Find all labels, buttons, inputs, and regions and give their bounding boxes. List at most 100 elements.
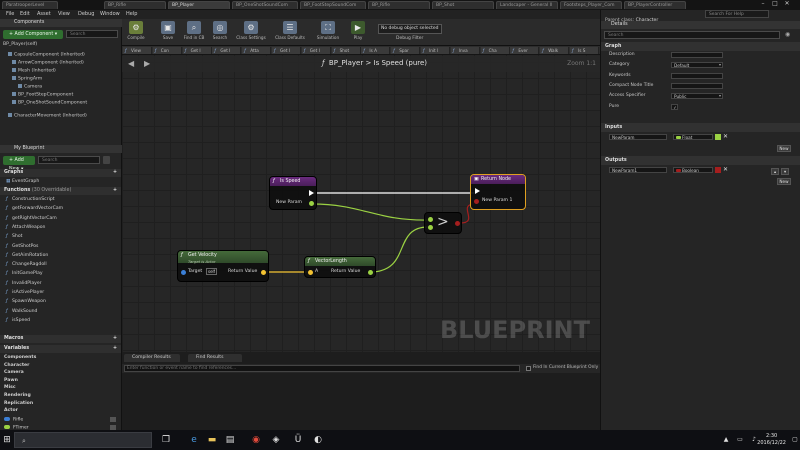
compile-button[interactable]: ⚙ Compile bbox=[122, 20, 150, 45]
component-item[interactable]: BP_OneShotSoundComponent bbox=[12, 100, 87, 106]
tab-find-results[interactable]: Find Results bbox=[188, 354, 242, 362]
function-item[interactable]: ƒ getForwardVectorCam bbox=[6, 206, 63, 211]
is-speed-node[interactable]: ƒ Is Speed New Param bbox=[269, 176, 317, 210]
debug-object-select[interactable]: No debug object selected bbox=[378, 24, 442, 34]
find-in-cb-button[interactable]: ⌕ Find in CB bbox=[180, 20, 208, 45]
component-item[interactable]: Mesh (Inherited) bbox=[12, 68, 56, 74]
class-settings-button[interactable]: ⚙ Class Settings bbox=[234, 20, 268, 45]
menu-edit[interactable]: Edit bbox=[20, 11, 30, 17]
array-icon[interactable] bbox=[715, 134, 721, 140]
window-tab[interactable]: Landscaper - General Il bbox=[496, 1, 558, 9]
move-down-icon[interactable]: ▾ bbox=[781, 168, 789, 175]
property-field[interactable] bbox=[671, 82, 723, 89]
function-item[interactable]: ƒ SpawnWeapon bbox=[6, 299, 46, 304]
move-up-icon[interactable]: ▴ bbox=[771, 168, 779, 175]
maximize-icon[interactable]: □ bbox=[770, 0, 780, 8]
float-pin[interactable] bbox=[309, 201, 314, 206]
object-pin[interactable] bbox=[181, 270, 186, 275]
variable-group[interactable]: Character bbox=[4, 363, 29, 368]
search-button[interactable]: ◎ Search bbox=[206, 20, 234, 45]
variable-group[interactable]: Rendering bbox=[4, 393, 31, 398]
input-param-name-field[interactable]: NewParam bbox=[609, 134, 667, 140]
graph-editor[interactable]: ViewConGet IGet IAttaGet IGet IShotIs AS… bbox=[122, 46, 600, 352]
unreal-engine-icon[interactable]: Ü bbox=[292, 434, 304, 446]
tab-compiler-results[interactable]: Compiler Results bbox=[124, 354, 180, 362]
component-item[interactable]: SpringArm bbox=[12, 76, 42, 82]
property-field[interactable]: Public bbox=[671, 93, 723, 100]
taskbar-search-input[interactable] bbox=[14, 432, 152, 448]
search-help-input[interactable]: Search For Help bbox=[705, 10, 769, 18]
variable-group[interactable]: Misc bbox=[4, 385, 16, 390]
pure-checkbox[interactable]: ✓ bbox=[671, 103, 678, 110]
window-tab[interactable]: BP_Rifle bbox=[104, 1, 166, 9]
notifications-icon[interactable]: ▢ bbox=[790, 434, 800, 446]
add-macro-icon[interactable]: + bbox=[113, 335, 117, 343]
exec-in-pin[interactable] bbox=[475, 188, 480, 194]
property-field[interactable]: Default bbox=[671, 62, 723, 69]
menu-view[interactable]: View bbox=[58, 11, 70, 17]
variable-group[interactable]: Components bbox=[4, 355, 36, 360]
component-item[interactable]: Camera bbox=[18, 84, 42, 90]
eye-icon[interactable]: ◉ bbox=[785, 31, 795, 39]
add-graph-icon[interactable]: + bbox=[113, 169, 117, 177]
file-explorer-icon[interactable]: ▬ bbox=[206, 434, 218, 446]
function-item[interactable]: ƒ WalkSound bbox=[6, 309, 37, 314]
exec-out-pin[interactable] bbox=[309, 190, 314, 196]
component-item[interactable]: CapsuleComponent (Inherited) bbox=[8, 52, 85, 58]
function-item[interactable]: ƒ InitGamePlay bbox=[6, 271, 43, 276]
variable-group[interactable]: Pawn bbox=[4, 378, 18, 383]
outputs-section-header[interactable]: Outputs bbox=[601, 156, 800, 165]
network-icon[interactable]: ▭ bbox=[734, 434, 746, 446]
chrome-icon[interactable]: ◉ bbox=[250, 434, 262, 446]
add-component-button[interactable]: + Add Component ▾ bbox=[3, 30, 63, 39]
close-icon[interactable]: ✕ bbox=[782, 0, 792, 8]
edge-browser-icon[interactable]: e bbox=[188, 434, 200, 446]
window-tab[interactable]: BP_FootStepSoundCom bbox=[300, 1, 366, 9]
new-output-button[interactable]: New bbox=[777, 178, 791, 185]
variable-group[interactable]: Camera bbox=[4, 370, 24, 375]
find-references-input[interactable]: Enter function or event name to find ref… bbox=[124, 365, 520, 372]
components-search-input[interactable]: Search bbox=[66, 30, 118, 38]
vector-length-node[interactable]: ƒ VectorLength A Return Value bbox=[304, 256, 376, 278]
my-blueprint-search-input[interactable]: Search bbox=[38, 156, 100, 164]
menu-window[interactable]: Window bbox=[100, 11, 120, 17]
remove-param-icon[interactable]: ✕ bbox=[723, 166, 728, 173]
save-button[interactable]: ▣ Save bbox=[154, 20, 182, 45]
minimize-icon[interactable]: – bbox=[758, 0, 768, 8]
input-param-type-select[interactable]: Float bbox=[673, 134, 713, 140]
menu-file[interactable]: File bbox=[6, 11, 14, 17]
class-defaults-button[interactable]: ☰ Class Defaults bbox=[272, 20, 308, 45]
float-pin[interactable] bbox=[368, 270, 373, 275]
component-item[interactable]: ArrowComponent (Inherited) bbox=[12, 60, 84, 66]
window-tab[interactable]: BP_OneShotSoundCom bbox=[232, 1, 298, 9]
function-item[interactable]: ƒ ChangeRagdoll bbox=[6, 262, 47, 267]
function-item[interactable]: ƒ getRightVectorCam bbox=[6, 216, 57, 221]
add-new-button[interactable]: + Add New ▾ bbox=[3, 156, 35, 172]
return-node[interactable]: ▣ Return Node New Param 1 bbox=[470, 174, 526, 210]
functions-category[interactable]: Functions (30 Overridable) + bbox=[0, 187, 121, 195]
get-velocity-node[interactable]: ƒ Get Velocity Target is Actor Target sel… bbox=[177, 250, 269, 282]
target-self-value[interactable]: self bbox=[206, 268, 218, 275]
vector-pin[interactable] bbox=[261, 270, 266, 275]
function-item[interactable]: ƒ GetShotPos bbox=[6, 244, 38, 249]
system-clock[interactable]: 2:30 2016/12/22 bbox=[757, 433, 786, 447]
windows-start-icon[interactable]: ⊞ bbox=[1, 434, 13, 446]
variable-item[interactable]: Rifle bbox=[4, 417, 116, 423]
greater-than-node[interactable]: > bbox=[424, 212, 462, 234]
event-graph-item[interactable]: ▦ EventGraph bbox=[6, 179, 39, 184]
window-tab[interactable]: ParatrooperLevel bbox=[2, 1, 58, 9]
window-tab[interactable]: Footsteps_Player_Com bbox=[560, 1, 622, 9]
vector-pin[interactable] bbox=[308, 270, 313, 275]
window-tab[interactable]: BP_Shot bbox=[432, 1, 494, 9]
window-tab[interactable]: BP_Rifle bbox=[368, 1, 430, 9]
tray-icons[interactable]: ▲ bbox=[720, 434, 732, 446]
menu-help[interactable]: Help bbox=[126, 11, 137, 17]
graph-section-header[interactable]: Graph bbox=[601, 42, 800, 51]
function-item[interactable]: ƒ Shot bbox=[6, 234, 22, 239]
output-param-name-field[interactable]: NewParam1 bbox=[609, 167, 667, 173]
property-field[interactable] bbox=[671, 72, 723, 79]
app-icon[interactable]: ◈ bbox=[270, 434, 282, 446]
function-item[interactable]: ƒ isSpeed bbox=[6, 318, 30, 323]
graphs-category[interactable]: Graphs + bbox=[0, 169, 121, 177]
visibility-icon[interactable] bbox=[110, 417, 116, 422]
